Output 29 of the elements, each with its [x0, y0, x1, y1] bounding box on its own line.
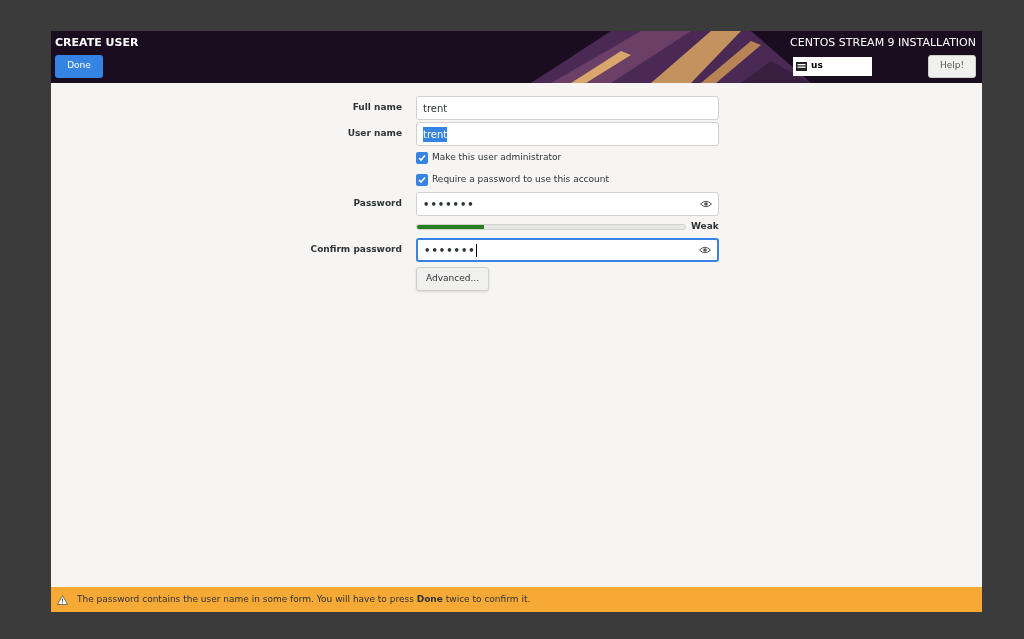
field-label: Password	[353, 197, 402, 211]
input-field[interactable]: trent	[416, 96, 719, 120]
advanced-button[interactable]: Advanced...	[416, 267, 489, 291]
field-label: Full name	[352, 101, 402, 115]
done-button[interactable]: Done	[55, 54, 103, 78]
text-cursor	[475, 243, 477, 257]
field-value: •••••••	[424, 243, 476, 258]
field-value: •••••••	[423, 197, 475, 212]
eye-icon[interactable]	[699, 246, 711, 254]
field-label: User name	[347, 127, 402, 141]
product-title: CENTOS STREAM 9 INSTALLATION	[790, 35, 976, 51]
page-title: CREATE USER	[55, 35, 139, 51]
field-value: trent	[423, 126, 448, 142]
keyboard-icon	[796, 61, 807, 71]
checkbox-label: Make this user administrator	[432, 151, 562, 165]
password-field[interactable]: •••••••	[416, 238, 719, 262]
help-button[interactable]: Help!	[928, 54, 976, 78]
strength-label: Weak	[691, 220, 719, 234]
field-value: trent	[423, 101, 448, 116]
warning-message: The password contains the user name in some form. You will have to press Done twice to confirm it.	[77, 592, 531, 606]
keyboard-layout-field[interactable]: us	[793, 56, 872, 76]
field-label: Confirm password	[310, 243, 402, 257]
checkbox[interactable]	[416, 174, 428, 186]
password-field[interactable]: •••••••	[416, 192, 719, 216]
input-field[interactable]: trent	[416, 122, 719, 146]
checkbox[interactable]	[416, 152, 428, 164]
warning-icon	[57, 594, 68, 605]
checkbox-label: Require a password to use this account	[432, 173, 609, 187]
eye-icon[interactable]	[700, 200, 712, 208]
